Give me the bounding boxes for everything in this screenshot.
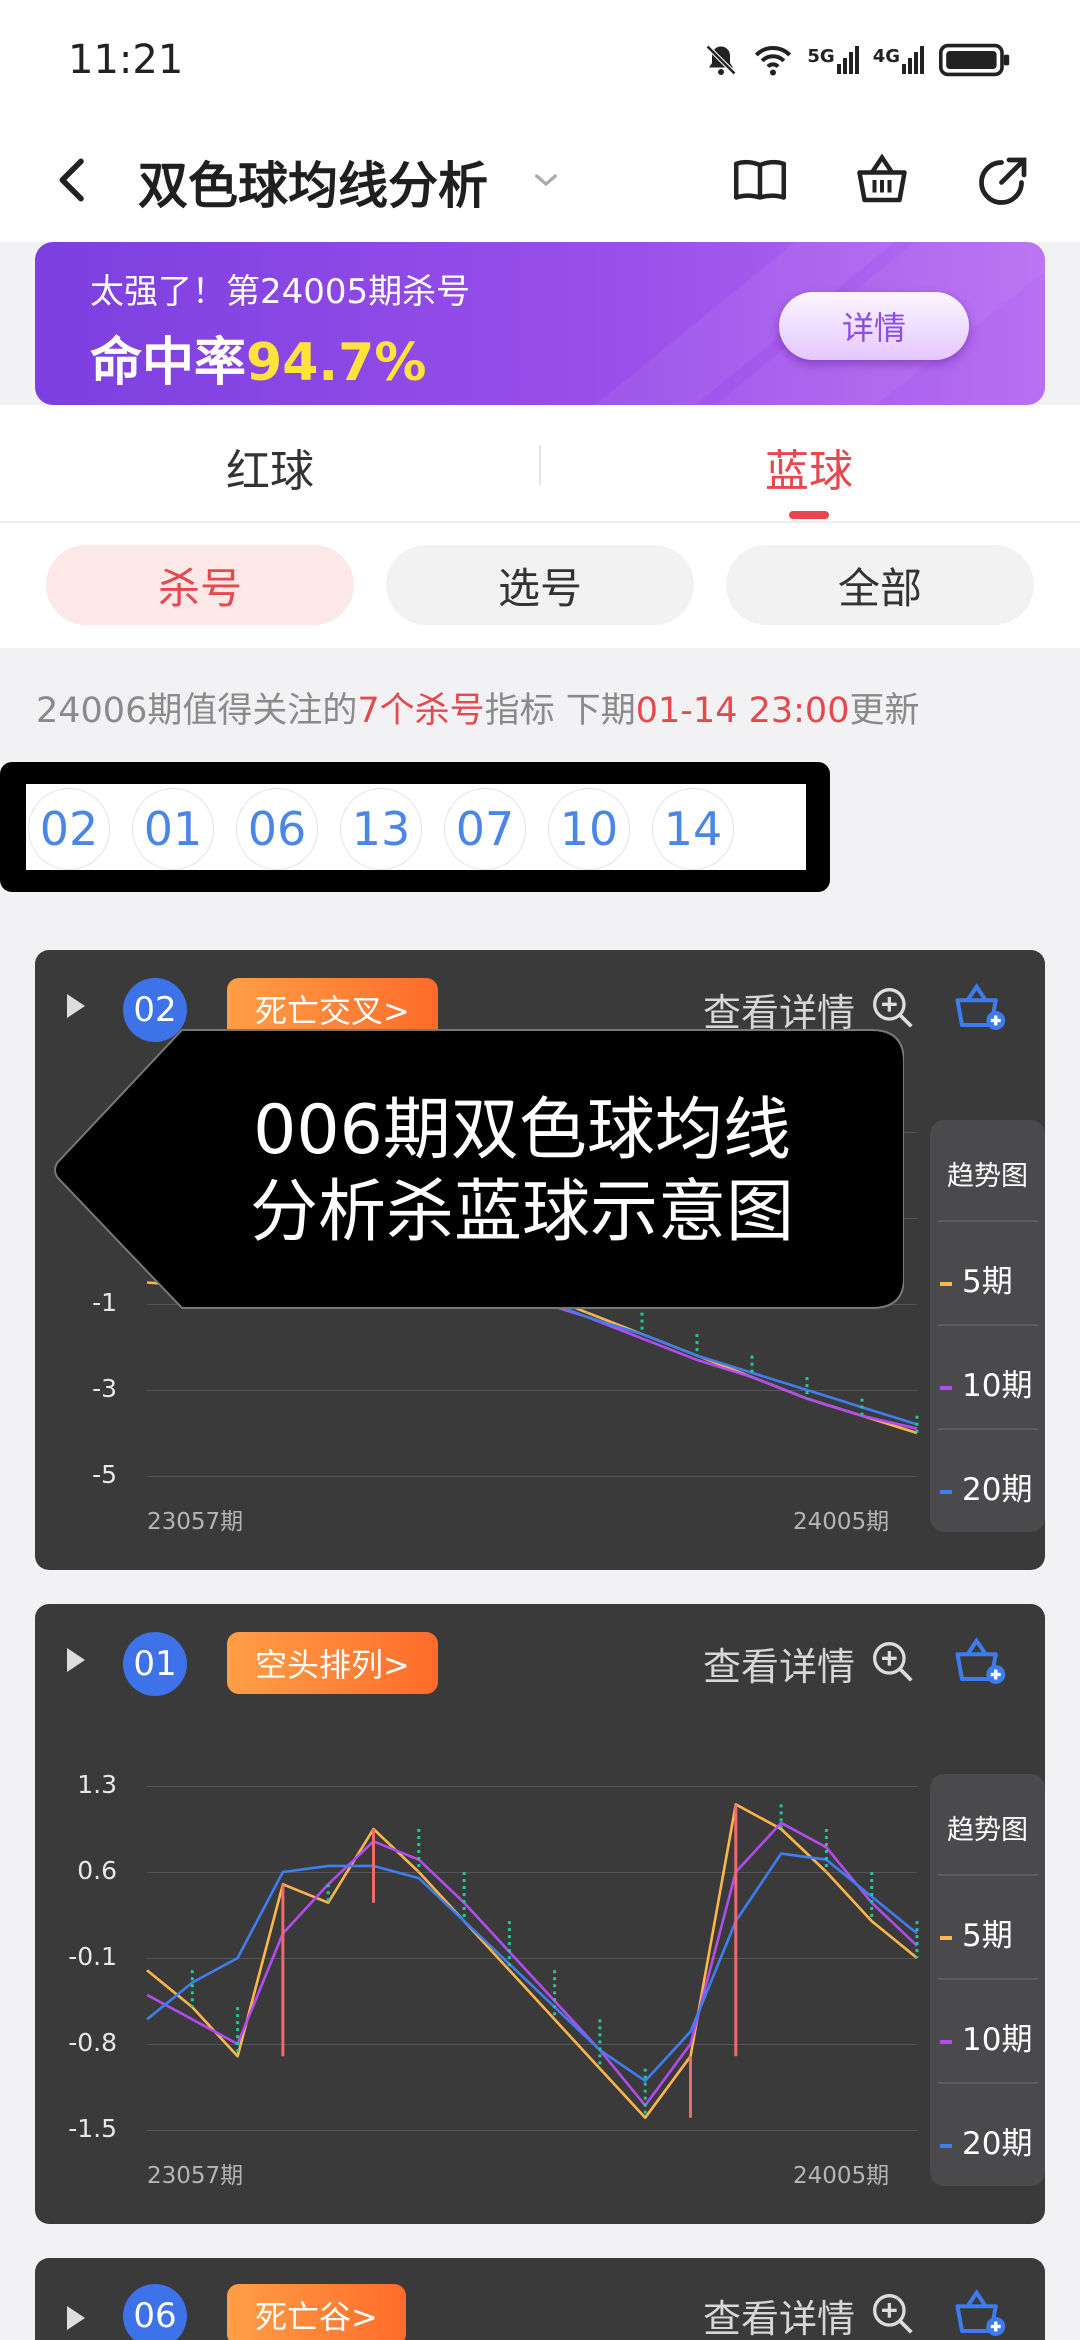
x-start-label: 23057期 xyxy=(147,2163,244,2189)
back-arrow-icon[interactable] xyxy=(46,152,102,208)
annotation-text: 006期双色球均线 分析杀蓝球示意图 xyxy=(249,1091,794,1252)
legend-ma20[interactable]: 20期 xyxy=(940,2118,1032,2163)
ball-number[interactable]: 10 xyxy=(548,788,630,870)
annotation-callout: 006期双色球均线 分析杀蓝球示意图 xyxy=(52,1028,904,1310)
ball-type-tabs: 红球 蓝球 xyxy=(0,405,1080,523)
book-icon[interactable] xyxy=(730,150,790,210)
series-line-2 xyxy=(146,1852,918,2083)
ma-card-01: 01 空头排列> 查看详情 1.3 0.6 -0.1 -0.8 -1.5 230… xyxy=(35,1604,1045,2224)
tab-divider xyxy=(539,445,541,485)
legend-separator xyxy=(938,2082,1038,2084)
mute-bell-icon xyxy=(706,44,737,76)
legend-ma10[interactable]: 10期 xyxy=(940,2014,1032,2059)
basket-icon[interactable] xyxy=(852,150,912,210)
pill-kill-number[interactable]: 杀号 xyxy=(46,545,354,625)
legend-title: 趋势图 xyxy=(947,1161,1028,1192)
share-icon[interactable] xyxy=(974,150,1034,210)
tab-blue-ball[interactable]: 蓝球 xyxy=(765,435,853,499)
series-line-0 xyxy=(146,1803,918,2120)
nav-bar: 双色球均线分析 xyxy=(0,120,1080,242)
ball-number[interactable]: 07 xyxy=(444,788,526,870)
legend-title: 趋势图 xyxy=(947,1815,1028,1846)
ball-number[interactable]: 06 xyxy=(236,788,318,870)
ball-number[interactable]: 14 xyxy=(652,788,734,870)
zoom-in-icon[interactable] xyxy=(871,2292,915,2336)
kill-number-list: 02 01 06 13 07 10 14 xyxy=(26,784,806,870)
pill-select-number[interactable]: 选号 xyxy=(386,545,694,625)
ma-card-06: 06 死亡谷> 查看详情 xyxy=(35,2258,1045,2340)
next-issue-hint: 24006期值得关注的7个杀号指标 下期01-14 23:00更新 xyxy=(36,691,920,731)
signal-4g-icon: 4G xyxy=(873,46,924,74)
ma-line-chart xyxy=(146,1803,919,2120)
x-end-label: 24005期 xyxy=(793,1509,890,1535)
filter-pills: 杀号 选号 全部 xyxy=(0,523,1080,648)
legend-ma5[interactable]: 5期 xyxy=(940,1910,1013,1955)
trend-legend: 趋势图 5期 10期 20期 xyxy=(930,1774,1045,2186)
legend-ma10[interactable]: 10期 xyxy=(940,1360,1032,1405)
banner-hit-rate: 命中率94.7% xyxy=(90,333,427,393)
banner-subtitle: 太强了！第24005期杀号 xyxy=(90,272,471,312)
legend-ma20[interactable]: 20期 xyxy=(940,1464,1032,1509)
card-detail-link[interactable]: 查看详情 xyxy=(703,2288,855,2340)
legend-separator xyxy=(938,1324,1038,1326)
trend-legend: 趋势图 5期 10期 20期 xyxy=(930,1120,1045,1532)
x-start-label: 23057期 xyxy=(147,1509,244,1535)
legend-separator xyxy=(938,1220,1038,1222)
active-tab-indicator xyxy=(789,511,829,519)
legend-separator xyxy=(938,1978,1038,1980)
pill-all[interactable]: 全部 xyxy=(726,545,1034,625)
battery-icon xyxy=(939,43,1010,77)
legend-ma5[interactable]: 5期 xyxy=(940,1256,1013,1301)
x-end-label: 24005期 xyxy=(793,2163,890,2189)
card-signal-tag[interactable]: 死亡谷> xyxy=(227,2284,406,2340)
signal-5g-icon: 5G xyxy=(807,46,859,74)
status-time: 11:21 xyxy=(68,37,184,83)
status-bar: 11:21 5G 4G xyxy=(0,0,1080,120)
ball-number[interactable]: 01 xyxy=(132,788,214,870)
tab-red-ball[interactable]: 红球 xyxy=(226,435,314,499)
ball-number[interactable]: 13 xyxy=(340,788,422,870)
legend-separator xyxy=(938,1874,1038,1876)
promo-banner[interactable]: 太强了！第24005期杀号 命中率94.7% 详情 xyxy=(35,242,1045,405)
chevron-down-icon[interactable] xyxy=(530,164,562,196)
legend-separator xyxy=(938,1428,1038,1430)
add-basket-icon[interactable] xyxy=(953,2286,1007,2340)
ball-number[interactable]: 02 xyxy=(28,788,110,870)
banner-detail-button[interactable]: 详情 xyxy=(779,292,969,360)
wifi-icon xyxy=(755,46,792,76)
status-icons: 5G 4G xyxy=(703,42,1012,78)
page-title[interactable]: 双色球均线分析 xyxy=(138,146,488,218)
card-ball-number: 06 xyxy=(123,2284,187,2340)
kill-number-box: 02 01 06 13 07 10 14 xyxy=(0,762,830,892)
expand-triangle-icon[interactable] xyxy=(65,2306,85,2330)
